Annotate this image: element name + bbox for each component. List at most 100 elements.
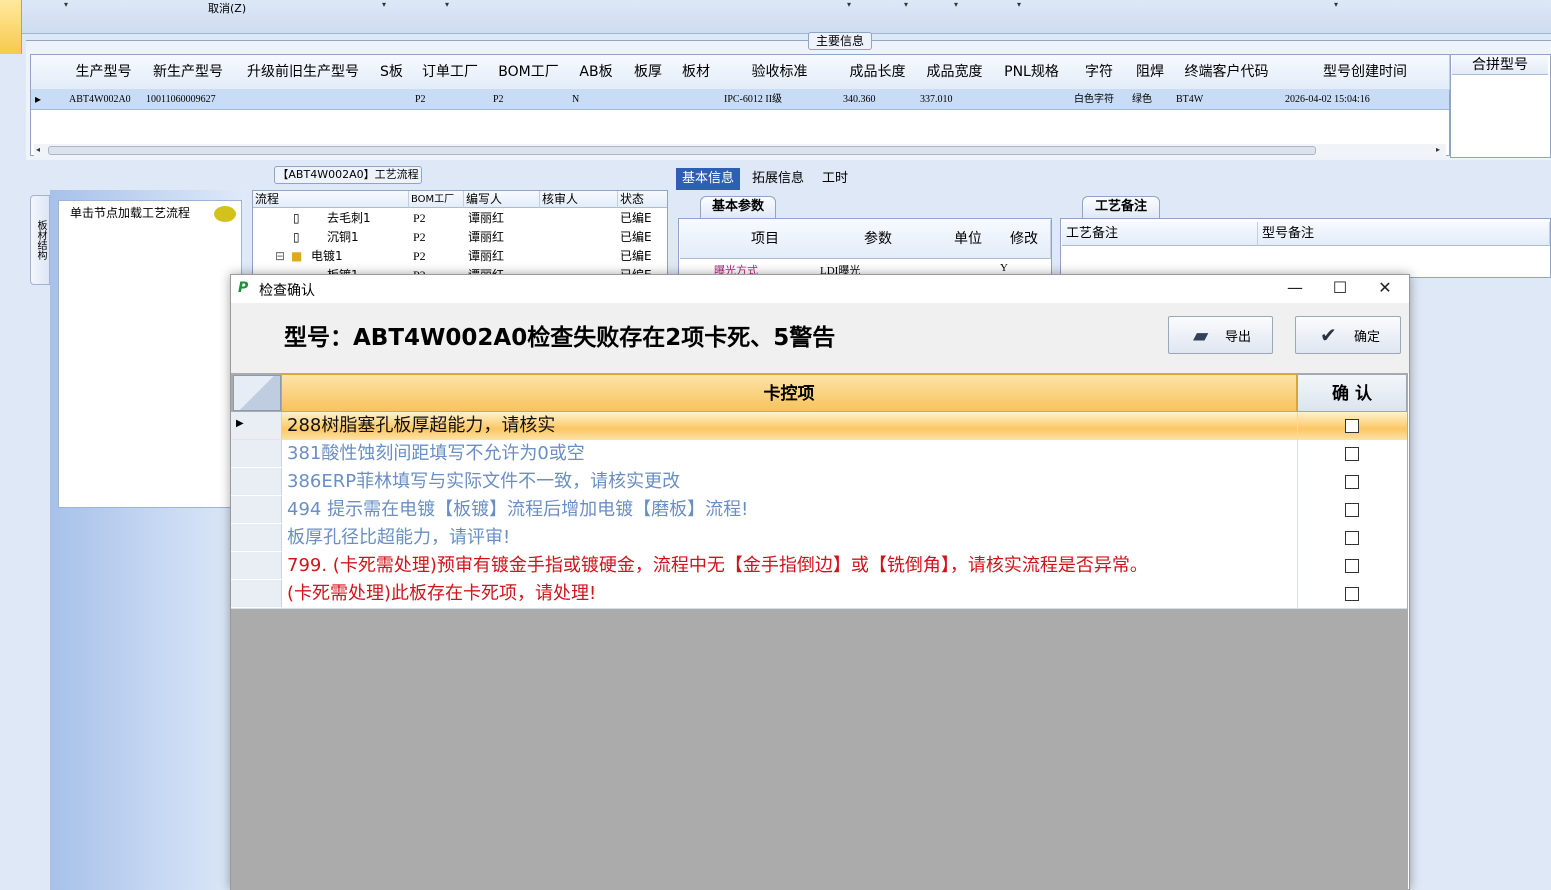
dropdown-arrow-icon[interactable]: ▾ [847,0,851,9]
grid-cell[interactable] [624,89,672,110]
check-row[interactable]: 板厚孔径比超能力，请评审! [231,524,1407,553]
check-row[interactable]: 799. (卡死需处理)预审有镀金手指或镀硬金，流程中无【金手指倒边】或【铣倒角… [231,552,1407,581]
flow-col-header[interactable]: 状态 [618,191,667,208]
param-col-header[interactable]: 单位 [938,220,999,259]
side-handle[interactable] [0,0,22,54]
col-header-confirm[interactable]: 确 认 [1297,374,1407,412]
col-header[interactable]: 新生产型号 [142,55,235,90]
col-header[interactable]: 升级前旧生产型号 [234,55,373,90]
grid-cell[interactable]: 绿色 [1128,89,1172,110]
check-row[interactable]: ▶ 288树脂塞孔板厚超能力，请核实 [231,412,1407,441]
row-selector[interactable]: ▶ [231,412,282,439]
close-icon[interactable]: ✕ [1370,278,1400,298]
scroll-left-icon[interactable]: ◂ [36,145,40,154]
grid-cell[interactable]: 337.010 [916,89,993,110]
grid-cell[interactable]: N [568,89,624,110]
col-header[interactable]: 终端客户代码 [1172,55,1282,90]
flow-col-header[interactable]: BOM工厂 [409,191,464,208]
confirm-checkbox[interactable] [1345,503,1359,517]
collapse-icon[interactable]: ⊟ [275,247,285,266]
grid-cell[interactable]: 2026-04-02 15:04:16 [1281,89,1449,110]
col-header[interactable]: 型号创建时间 [1281,55,1450,90]
flow-col-header[interactable]: 核审人 [540,191,618,208]
notes-col-header[interactable]: 型号备注 [1258,222,1550,246]
grid-cell[interactable]: P2 [489,89,568,110]
structure-tree[interactable] [58,200,242,508]
tab-basic-info[interactable]: 基本信息 [676,168,741,190]
row-selector[interactable]: ▸ [31,89,65,110]
col-header[interactable]: 成品宽度 [916,55,994,90]
col-header[interactable]: 板材 [672,55,721,90]
row-selector[interactable] [231,468,282,495]
col-header[interactable]: S板 [372,55,412,90]
dropdown-arrow-icon[interactable]: ▾ [1017,0,1021,9]
check-row[interactable]: (卡死需处理)此板存在卡死项，请处理! [231,580,1407,609]
grid-cell[interactable]: ABT4W002A0 [65,89,142,110]
col-header[interactable]: AB板 [568,55,625,90]
row-selector[interactable] [231,580,282,607]
row-selector[interactable] [231,552,282,579]
grid-cell[interactable] [234,89,372,110]
dropdown-arrow-icon[interactable]: ▾ [1334,0,1338,9]
confirm-checkbox[interactable] [1345,447,1359,461]
row-selector[interactable] [231,524,282,551]
grid-cell[interactable]: 10011060009627 [142,89,234,110]
flow-node[interactable]: 沉铜1 [327,228,359,247]
tab-extended-info[interactable]: 拓展信息 [746,168,810,190]
grid-cell[interactable] [672,89,720,110]
grid-cell[interactable]: P2 [411,89,489,110]
confirm-checkbox[interactable] [1345,419,1359,433]
check-row[interactable]: 381酸性蚀刻间距填写不允许为0或空 [231,440,1407,469]
check-row[interactable]: 494 提示需在电镀【板镀】流程后增加电镀【磨板】流程! [231,496,1407,525]
notes-col-header[interactable]: 工艺备注 [1062,222,1258,246]
col-header[interactable]: 验收标准 [720,55,840,90]
grid-cell[interactable] [993,89,1070,110]
scrollbar-thumb[interactable] [48,146,1316,155]
confirm-checkbox[interactable] [1345,531,1359,545]
confirm-checkbox[interactable] [1345,475,1359,489]
col-header[interactable]: 阻焊 [1128,55,1173,90]
flow-node[interactable]: 去毛刺1 [327,209,371,228]
grid-cell[interactable] [372,89,411,110]
col-header[interactable]: 板厚 [624,55,673,90]
flow-col-header[interactable]: 流程 [253,191,409,208]
grid-corner[interactable] [233,375,281,411]
confirm-button[interactable]: ✔ 确定 [1295,316,1401,354]
param-col-header[interactable]: 参数 [818,220,939,259]
flow-col-header[interactable]: 编写人 [464,191,540,208]
param-col-header[interactable]: 修改 [998,220,1051,259]
grid-cell[interactable]: BT4W [1172,89,1281,110]
subtab-process-notes[interactable]: 工艺备注 [1082,196,1160,218]
dropdown-arrow-icon[interactable]: ▾ [904,0,908,9]
col-header[interactable]: BOM工厂 [489,55,569,90]
dropdown-arrow-icon[interactable]: ▾ [445,0,449,9]
col-header[interactable]: 成品长度 [839,55,917,90]
col-header[interactable]: 订单工厂 [411,55,490,90]
col-header-control-item[interactable]: 卡控项 [281,374,1297,412]
dialog-titlebar[interactable] [231,275,1409,303]
dropdown-arrow-icon[interactable]: ▾ [382,0,386,9]
flow-node[interactable]: 电镀1 [311,247,343,266]
grid-corner[interactable] [31,55,66,90]
confirm-checkbox[interactable] [1345,559,1359,573]
minimize-icon[interactable]: — [1280,278,1310,298]
row-selector[interactable] [231,440,282,467]
grid-cell[interactable]: IPC-6012 II级 [720,89,839,110]
scroll-right-icon[interactable]: ▸ [1436,145,1440,154]
cancel-button[interactable]: 取消(Z) [208,0,246,16]
col-header[interactable]: PNL规格 [993,55,1071,90]
speech-bubble-icon[interactable] [214,206,236,222]
check-row[interactable]: 386ERP菲林填写与实际文件不一致，请核实更改 [231,468,1407,497]
grid-cell[interactable]: 340.360 [839,89,916,110]
vertical-tab-board-structure[interactable]: 板材结构 [30,195,50,285]
export-button[interactable]: ▰ 导出 [1168,316,1273,354]
grid-cell[interactable]: 白色字符 [1070,89,1128,110]
grid-corner[interactable] [680,220,713,259]
dropdown-arrow-icon[interactable]: ▾ [954,0,958,9]
col-header[interactable]: 生产型号 [65,55,143,90]
row-selector[interactable] [231,496,282,523]
tab-work-hours[interactable]: 工时 [816,168,854,190]
col-header[interactable]: 字符 [1070,55,1129,90]
maximize-icon[interactable]: ☐ [1325,278,1355,298]
confirm-checkbox[interactable] [1345,587,1359,601]
